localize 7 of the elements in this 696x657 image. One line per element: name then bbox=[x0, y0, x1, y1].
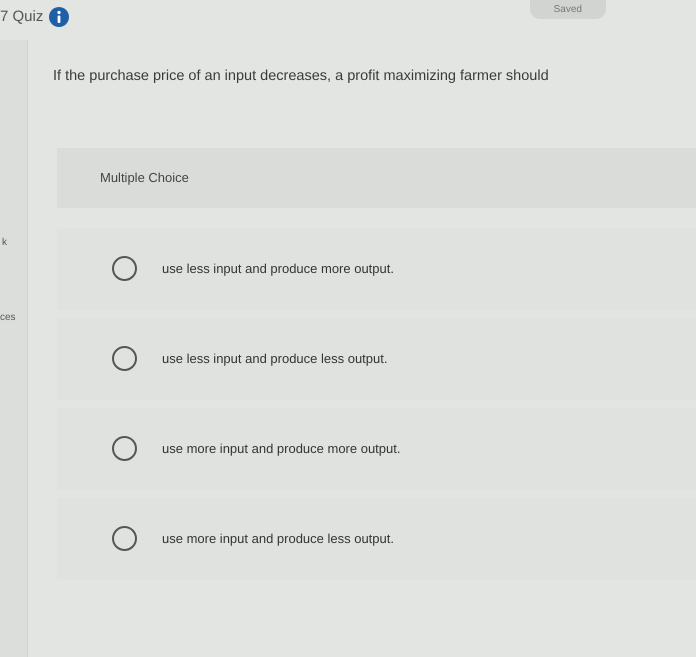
info-icon[interactable] bbox=[49, 7, 70, 28]
sidebar-item[interactable]: k bbox=[0, 235, 27, 250]
question-type-label: Multiple Choice bbox=[100, 169, 189, 187]
sidebar-item[interactable]: ces bbox=[0, 310, 27, 325]
quiz-title: 7 Quiz bbox=[0, 7, 44, 27]
question-text: If the purchase price of an input decreases, a profit maximizing farmer should bbox=[53, 67, 550, 86]
saved-status: Saved bbox=[530, 0, 606, 19]
